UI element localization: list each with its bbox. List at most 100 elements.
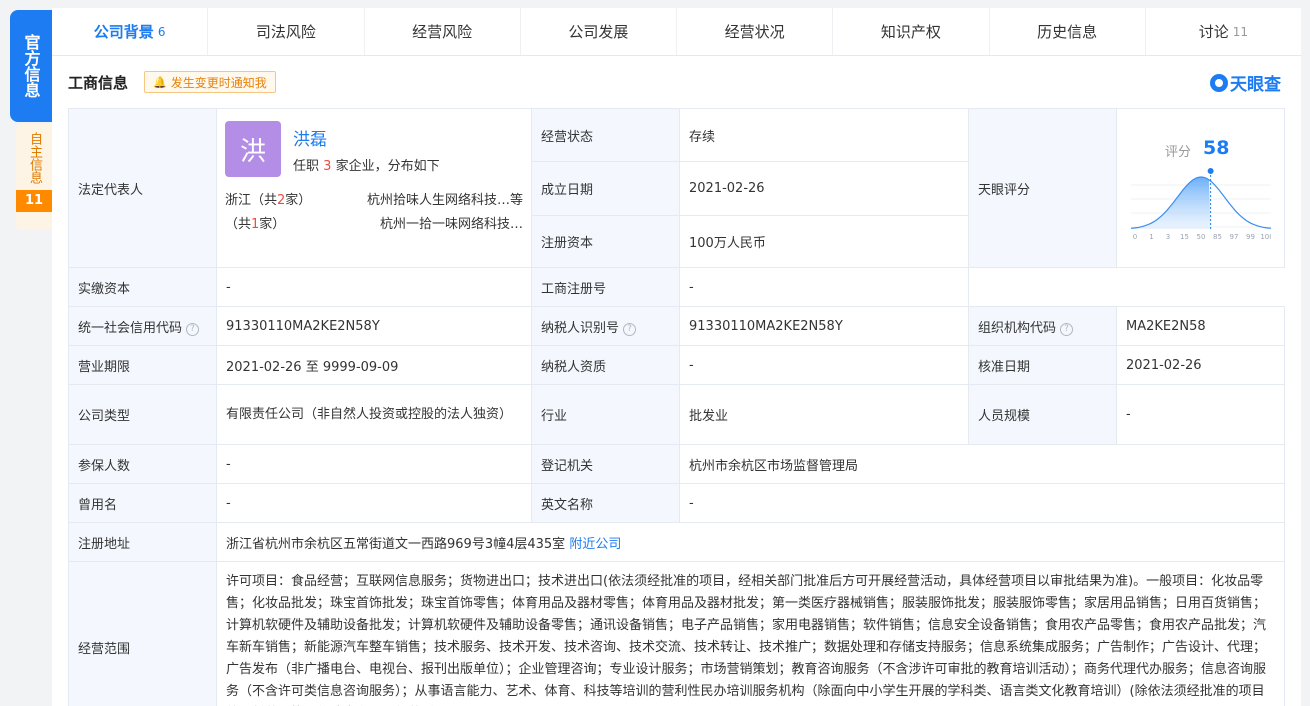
tab-history[interactable]: 历史信息 <box>990 8 1146 55</box>
approve-date-value: 2021-02-26 <box>1116 345 1285 385</box>
legal-rep-name-link[interactable]: 洪磊 <box>293 125 327 150</box>
tab-intellectual-property[interactable]: 知识产权 <box>833 8 990 55</box>
insured-label: 参保人数 <box>68 444 217 484</box>
help-icon[interactable]: ? <box>1060 322 1074 336</box>
score-axis: 0 1 3 15 50 85 97 99 100 <box>1133 233 1271 241</box>
english-name-label: 英文名称 <box>531 483 680 523</box>
paid-capital-label: 实缴资本 <box>68 267 217 307</box>
org-code-value: MA2KE2N58 <box>1116 306 1285 346</box>
found-date-label: 成立日期 <box>531 161 680 216</box>
industry-label: 行业 <box>531 384 680 445</box>
region-count: 浙江（共2家） <box>225 189 311 208</box>
score-axis-tick: 50 <box>1197 233 1206 241</box>
paid-capital-value: - <box>216 267 532 307</box>
score-marker-dot <box>1206 167 1215 175</box>
term-label: 营业期限 <box>68 345 217 385</box>
score-cell[interactable]: 评分 58 0 1 3 15 50 85 97 99 10 <box>1116 108 1285 268</box>
score-axis-tick: 99 <box>1246 233 1255 241</box>
related-company-link[interactable]: 杭州一拾一味网络科技… <box>380 213 523 232</box>
address-text: 浙江省杭州市余杭区五常街道文一西路969号3幢4层435室 <box>226 536 566 552</box>
tab-company-background[interactable]: 公司背景 6 <box>52 8 209 55</box>
credit-code-label-text: 统一社会信用代码 <box>78 320 183 336</box>
company-type-value: 有限责任公司（非自然人投资或控股的法人独资） <box>216 384 532 445</box>
region-text: （共 <box>225 217 252 232</box>
score-axis-tick: 3 <box>1166 233 1170 241</box>
tab-operating-status[interactable]: 经营状况 <box>677 8 834 55</box>
region-text: 浙江（共 <box>225 193 278 208</box>
term-sep: 至 <box>305 359 319 375</box>
official-info-tab[interactable]: 官方信息 <box>10 10 52 122</box>
notify-label: 发生变更时通知我 <box>170 75 267 90</box>
term-from: 2021-02-26 <box>226 359 302 375</box>
legal-rep-label: 法定代表人 <box>68 108 217 268</box>
tax-id-label: 纳税人识别号? <box>531 306 680 346</box>
tab-label: 司法风险 <box>255 23 316 41</box>
staff-size-value: - <box>1116 384 1285 445</box>
org-code-label: 组织机构代码? <box>968 306 1117 346</box>
region-unit: 家） <box>285 193 312 208</box>
tab-label: 历史信息 <box>1037 23 1098 41</box>
self-info-tab[interactable]: 自主信息 11 <box>16 124 52 230</box>
region-unit: 家） <box>259 217 286 232</box>
score-axis-tick: 0 <box>1133 233 1137 241</box>
capital-label: 注册资本 <box>531 214 680 269</box>
status-value: 存续 <box>679 107 969 163</box>
score-axis-tick: 97 <box>1230 233 1239 241</box>
legal-rep-cell: 洪 洪磊 任职 3 家企业，分布如下 浙江（共2家） 杭州拾味人生网络科技…等 … <box>216 108 532 268</box>
score-label: 天眼评分 <box>968 108 1117 268</box>
eye-icon <box>1210 73 1228 92</box>
approve-date-label: 核准日期 <box>968 345 1117 385</box>
authority-value: 杭州市余杭区市场监督管理局 <box>679 444 1285 484</box>
related-company-link[interactable]: 杭州拾味人生网络科技…等 <box>367 189 523 208</box>
found-date-value: 2021-02-26 <box>679 161 969 216</box>
section-header: 工商信息 🔔 发生变更时通知我 天眼查 <box>52 56 1301 108</box>
self-info-label: 自主信息 <box>27 132 42 184</box>
score-axis-tick: 100 <box>1260 233 1271 241</box>
tab-judicial-risk[interactable]: 司法风险 <box>208 8 365 55</box>
insured-value: - <box>216 444 532 484</box>
authority-label: 登记机关 <box>531 444 680 484</box>
company-type-label: 公司类型 <box>68 384 217 445</box>
logo-text: 天眼查 <box>1230 75 1281 95</box>
scope-value: 许可项目：食品经营；互联网信息服务；货物进出口；技术进出口(依法须经批准的项目，… <box>216 561 1285 706</box>
bell-icon: 🔔 <box>153 75 167 89</box>
help-icon[interactable]: ? <box>623 322 637 336</box>
term-value: 2021-02-26 至 9999-09-09 <box>216 345 532 385</box>
credit-code-value: 91330110MA2KE2N58Y <box>216 306 532 346</box>
tab-label: 知识产权 <box>880 23 941 41</box>
nearby-companies-link[interactable]: 附近公司 <box>569 537 621 552</box>
legal-rep-region-row: 浙江（共2家） 杭州拾味人生网络科技…等 <box>225 189 523 208</box>
score-distribution-chart: 0 1 3 15 50 85 97 99 100 <box>1131 167 1271 241</box>
tax-qual-value: - <box>679 345 969 385</box>
tab-company-development[interactable]: 公司发展 <box>521 8 677 55</box>
address-value: 浙江省杭州市余杭区五常街道文一西路969号3幢4层435室 附近公司 <box>216 522 1285 562</box>
former-name-value: - <box>216 483 532 523</box>
help-icon[interactable]: ? <box>186 322 200 336</box>
jobs-count: 3 <box>323 159 332 174</box>
reg-no-value: - <box>679 267 969 307</box>
tab-count: 6 <box>157 24 166 39</box>
tax-id-value: 91330110MA2KE2N58Y <box>679 306 969 346</box>
capital-value: 100万人民币 <box>679 214 969 269</box>
tab-label: 公司背景 <box>93 23 154 41</box>
notify-change-button[interactable]: 🔔 发生变更时通知我 <box>144 71 276 93</box>
tab-label: 经营状况 <box>724 23 785 41</box>
tax-qual-label: 纳税人资质 <box>531 345 680 385</box>
jobs-suffix: 家企业，分布如下 <box>335 159 440 174</box>
industry-value: 批发业 <box>679 384 969 445</box>
term-to: 9999-09-09 <box>322 359 399 375</box>
score-axis-tick: 85 <box>1213 233 1222 241</box>
tab-count: 11 <box>1232 24 1249 39</box>
tab-operating-risk[interactable]: 经营风险 <box>365 8 521 55</box>
jobs-prefix: 任职 <box>293 159 320 174</box>
status-label: 经营状态 <box>531 107 680 163</box>
tab-discussion[interactable]: 讨论 11 <box>1146 8 1301 55</box>
tab-label: 讨论 <box>1198 23 1229 41</box>
staff-size-label: 人员规模 <box>968 384 1117 445</box>
credit-code-label: 统一社会信用代码? <box>68 306 217 346</box>
score-caption: 评分 <box>1165 145 1192 160</box>
self-info-count-badge: 11 <box>16 190 52 212</box>
legal-rep-avatar[interactable]: 洪 <box>225 121 281 177</box>
org-code-label-text: 组织机构代码 <box>978 320 1057 336</box>
tianyancha-logo: 天眼查 <box>1210 70 1281 95</box>
